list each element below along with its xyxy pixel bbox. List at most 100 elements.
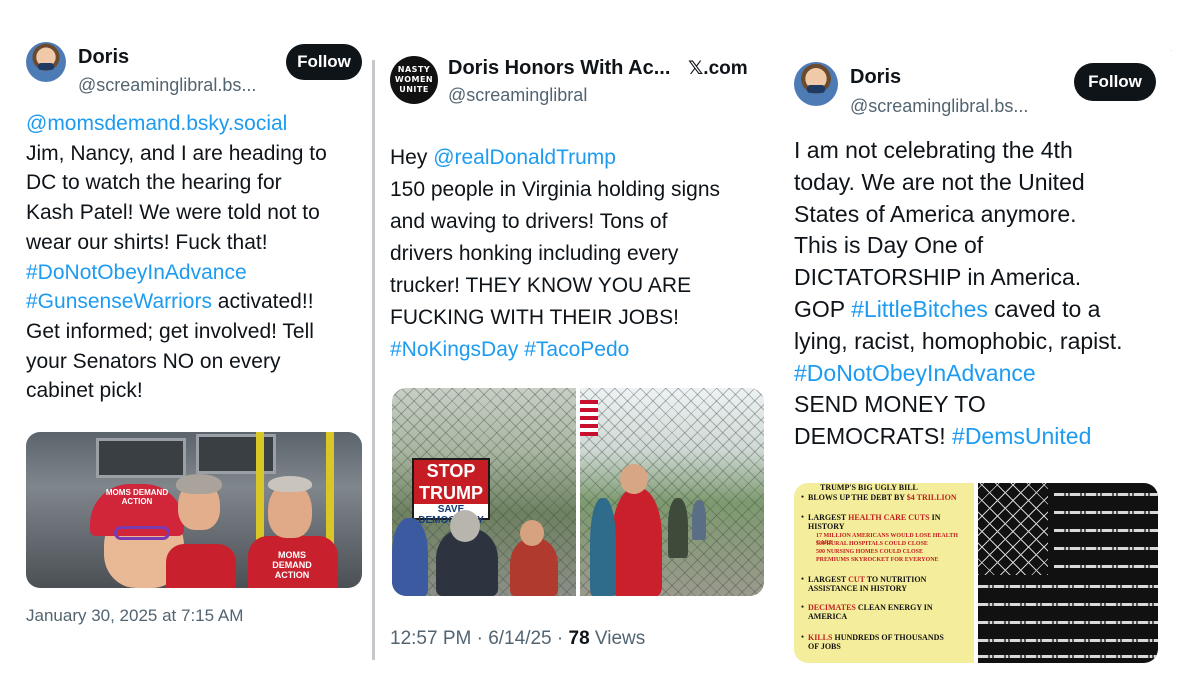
tweet-meta[interactable]: 12:57 PM · 6/14/25 · 78 Views xyxy=(390,628,645,650)
protester xyxy=(392,518,428,596)
bill-subitem: PREMIUMS SKYROCKET FOR EVERYONE xyxy=(816,557,939,563)
display-name[interactable]: Doris xyxy=(850,66,901,89)
tweet-text: I am not celebrating the 4th today. We a… xyxy=(794,135,1170,453)
barbed-wire xyxy=(1054,493,1158,496)
follow-button[interactable]: Follow xyxy=(286,44,362,80)
tweet-line: I am not celebrating the 4th xyxy=(794,137,1073,163)
tweet-line: today. We are not the United xyxy=(794,168,1085,195)
barbed-wire xyxy=(1054,511,1158,514)
tweet-line: DEMOCRATS! xyxy=(794,423,953,450)
tweet-line: Hey xyxy=(390,146,434,169)
tweet-line: FUCKING WITH THEIR JOBS! xyxy=(390,306,679,329)
tweet-line: cabinet pick! xyxy=(26,379,143,403)
hashtag-link[interactable]: #NoKingsDay xyxy=(390,338,518,361)
bill-item: KILLS HUNDREDS OF THOUSANDS OF JOBS xyxy=(801,633,952,651)
tweet-text: @momsdemand.bsky.social Jim, Nancy, and … xyxy=(26,109,370,406)
protester xyxy=(620,464,648,494)
follow-button[interactable]: Follow xyxy=(1074,63,1156,101)
tweet-line: GOP xyxy=(794,295,852,322)
avatar[interactable] xyxy=(26,42,66,82)
tweet-card: Doris @screaminglibral.bs... Follow I am… xyxy=(782,50,1170,670)
bill-item: BLOWS UP THE DEBT BY $4 TRILLION xyxy=(801,493,972,502)
avatar-text: WOMEN xyxy=(394,75,434,84)
tweet-card: NASTY WOMEN UNITE Doris Honors With Ac..… xyxy=(384,40,772,670)
bill-item: LARGEST HEALTH CARE CUTS IN HISTORY xyxy=(801,513,952,531)
column-divider xyxy=(372,60,375,660)
tweet-line: Get informed; get involved! Tell xyxy=(26,319,314,343)
bill-item: LARGEST CUT TO NUTRITION ASSISTANCE IN H… xyxy=(801,575,952,593)
tweet-line: DICTATORSHIP in America. xyxy=(794,264,1082,291)
shirt xyxy=(166,544,236,588)
tweet-line: lying, racist, homophobic, rapist. xyxy=(794,327,1123,354)
x-logo[interactable]: 𝕏.com xyxy=(688,57,748,80)
tweet-line: wear our shirts! Fuck that! xyxy=(26,230,268,254)
bill-item: DECIMATES CLEAN ENERGY IN AMERICA xyxy=(801,603,952,621)
glasses-icon xyxy=(114,526,170,540)
hashtag-link[interactable]: #DoNotObeyInAdvance xyxy=(794,358,1170,390)
person-hair xyxy=(268,476,312,492)
protest-sign: STOP TRUMP SAVE DEMOCRACY xyxy=(412,458,490,526)
barbed-wire xyxy=(978,621,1158,624)
barbed-wire xyxy=(978,655,1158,658)
barbed-wire xyxy=(978,603,1158,606)
user-handle[interactable]: @screaminglibral.bs... xyxy=(78,75,256,96)
protester xyxy=(612,488,662,596)
barbed-wire xyxy=(1054,547,1158,550)
train-window xyxy=(196,434,276,474)
tweet-line: trucker! THEY KNOW YOU ARE xyxy=(390,274,692,297)
flag-icon xyxy=(580,400,598,436)
views-label: Views xyxy=(589,628,646,649)
sign-text: STOP TRUMP xyxy=(414,460,488,504)
tweet-photo[interactable]: STOP TRUMP SAVE DEMOCRACY xyxy=(392,388,576,596)
tweet-line: States of America anymore. xyxy=(794,200,1077,227)
protester xyxy=(450,510,480,542)
tweet-text: Hey @realDonaldTrump 150 people in Virgi… xyxy=(390,142,766,366)
tweet-line: DC to watch the hearing for xyxy=(26,171,282,195)
hashtag-link[interactable]: #DoNotObeyInAdvance xyxy=(26,258,370,288)
protester xyxy=(692,500,706,540)
mention-link[interactable]: @realDonaldTrump xyxy=(433,146,616,169)
protester xyxy=(590,498,616,596)
tweet-photo[interactable] xyxy=(978,483,1158,663)
barbed-wire xyxy=(1054,565,1158,568)
tweet-line: SEND MONEY TO xyxy=(794,391,986,418)
bill-subitem: 500 NURSING HOMES COULD CLOSE xyxy=(816,549,924,555)
barbed-wire xyxy=(1054,529,1158,532)
avatar-text: NASTY xyxy=(397,65,431,74)
avatar[interactable]: NASTY WOMEN UNITE xyxy=(390,56,438,104)
protester xyxy=(668,498,688,558)
tweet-line: Kash Patel! We were told not to xyxy=(26,201,320,225)
user-handle[interactable]: @screaminglibral xyxy=(448,85,587,106)
train-window xyxy=(96,438,186,478)
hashtag-link[interactable]: #TacoPedo xyxy=(524,338,629,361)
tweet-line: activated!! xyxy=(211,290,314,314)
hashtag-link[interactable]: #DemsUnited xyxy=(952,423,1091,449)
tweet-timestamp[interactable]: January 30, 2025 at 7:15 AM xyxy=(26,606,243,626)
person-hair xyxy=(176,474,222,494)
tweet-card: Doris @screaminglibral.bs... Follow @mom… xyxy=(10,32,370,642)
avatar[interactable] xyxy=(794,62,838,106)
chainlink-fence xyxy=(978,483,1048,575)
display-name[interactable]: Doris Honors With Ac... xyxy=(448,57,670,80)
tweet-photo[interactable]: TRUMP'S BIG UGLY BILL BLOWS UP THE DEBT … xyxy=(794,483,974,663)
tweet-line: 150 people in Virginia holding signs xyxy=(390,178,721,201)
tweet-photo[interactable] xyxy=(580,388,764,596)
protester xyxy=(520,520,544,546)
tweet-line: This is Day One of xyxy=(794,232,984,259)
tweet-timestamp[interactable]: 12:57 PM · 6/14/25 · xyxy=(390,628,569,649)
barbed-wire xyxy=(978,585,1158,588)
user-handle[interactable]: @screaminglibral.bs... xyxy=(850,96,1028,117)
hashtag-link[interactable]: #GunsenseWarriors xyxy=(26,290,212,313)
mention-link[interactable]: @momsdemand.bsky.social xyxy=(26,109,370,139)
hashtag-link[interactable]: #LittleBitches xyxy=(851,296,988,322)
bill-subitem: 300 RURAL HOSPITALS COULD CLOSE xyxy=(816,541,928,547)
display-name[interactable]: Doris xyxy=(78,46,129,69)
tweet-line: Jim, Nancy, and I are heading to xyxy=(26,141,327,165)
bill-title: TRUMP'S BIG UGLY BILL xyxy=(820,483,918,492)
tweet-line: and waving to drivers! Tons of xyxy=(390,210,668,233)
shirt-print: MOMS DEMAND ACTION xyxy=(272,550,312,580)
tweet-line: your Senators NO on every xyxy=(26,349,281,373)
views-count[interactable]: 78 xyxy=(569,628,590,649)
barbed-wire xyxy=(978,639,1158,642)
tweet-photo[interactable]: MOMS DEMAND ACTION MOMS DEMAND ACTION xyxy=(26,432,362,588)
